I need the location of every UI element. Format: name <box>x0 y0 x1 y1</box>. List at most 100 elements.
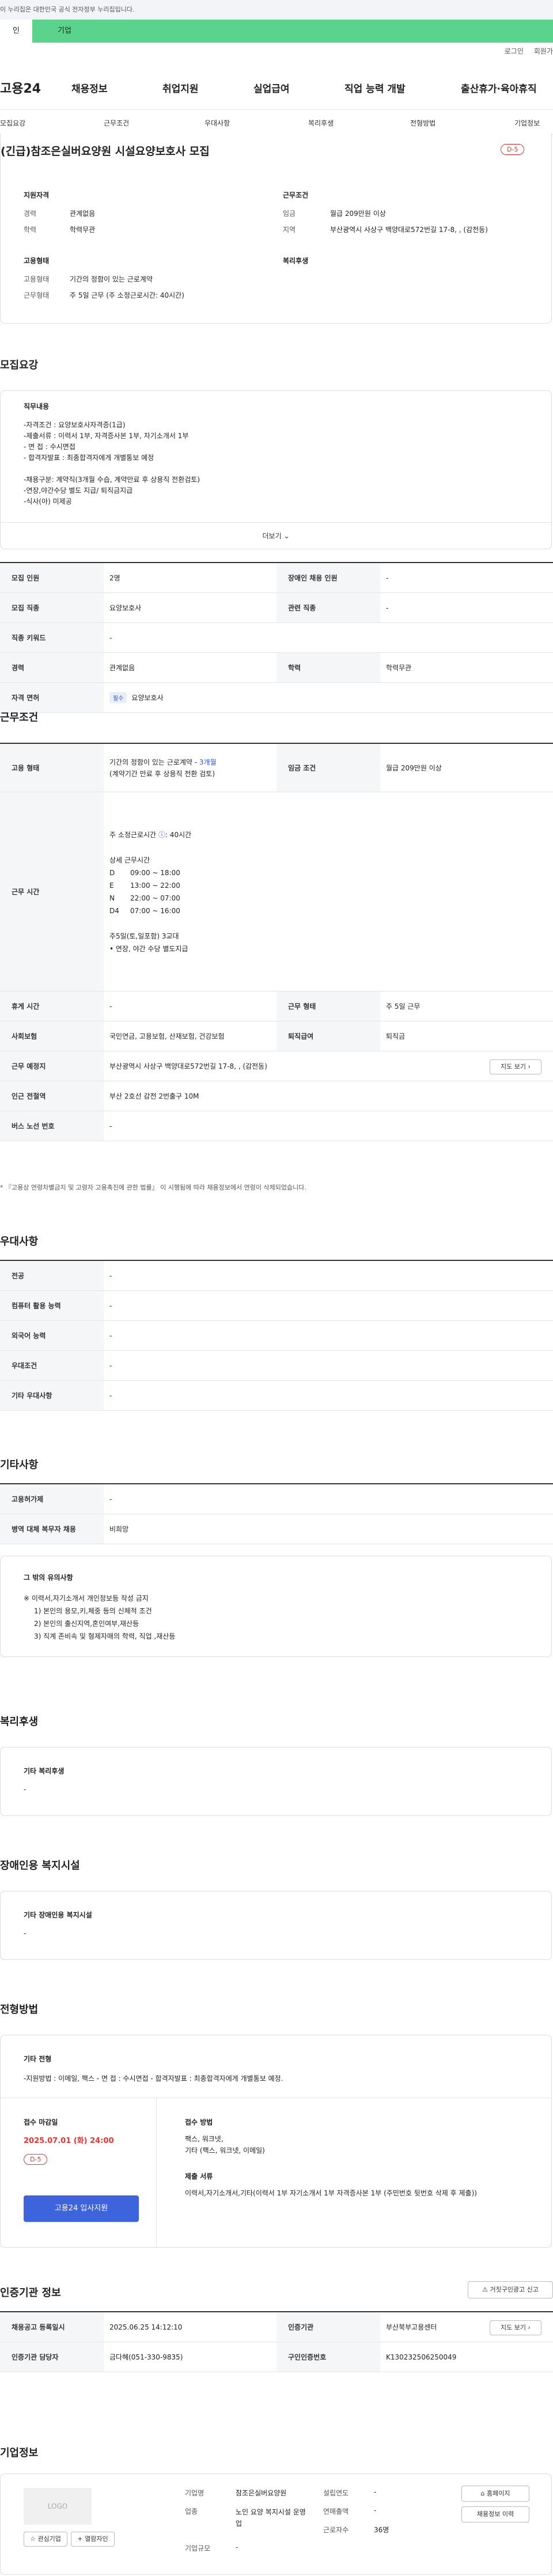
tab-process[interactable]: 전형방법 <box>410 118 435 128</box>
table-row: 고용 형태 기간의 정함이 있는 근로계약 - 3개월 (계약기간 만료 후 상… <box>0 744 553 792</box>
notice-line: ※ 이력서,자기소개서 개인정보등 작성 금지 <box>24 1594 149 1602</box>
row-key: 인증기관 담당자 <box>0 2342 104 2372</box>
row-value: - <box>109 1002 112 1010</box>
shift-time: 13:00 ~ 22:00 <box>130 881 180 890</box>
table-row: 휴게 시간 - 근무 형태 주 5일 근무 <box>0 991 553 1021</box>
emp-heading: 고용형태 <box>24 257 50 265</box>
conditions-section-title: 근무조건 <box>0 712 39 724</box>
fav-button[interactable]: ☆ 관심기업 <box>24 2532 67 2547</box>
duty-card: 직무내용 -자격조건 : 요양보호사자격증(1급) -제출서류 : 이력서 1부… <box>0 390 552 549</box>
section-tabs: 모집요강 근무조건 우대사항 복리후생 전형방법 기업정보 <box>0 109 553 135</box>
disabled-section-title: 장애인용 복지시설 <box>0 1860 80 1872</box>
site-logo[interactable]: 고용24 <box>0 78 41 97</box>
agency-map-label: 지도 보기 <box>501 2324 527 2331</box>
shift-code: D4 <box>109 906 119 915</box>
time-note: • 연장, 야간 수당 별도지급 <box>109 944 188 953</box>
agency-map-button[interactable]: 지도 보기 › <box>490 2320 541 2335</box>
row-key: 임금 조건 <box>276 744 380 792</box>
etc-section-title: 기타사항 <box>0 1459 39 1471</box>
row-key: 컴퓨터 활용 능력 <box>0 1291 104 1320</box>
docs-value: 이력서,자기소개서,기타(이력서 1부 자기소개서 1부 자격증사본 1부 (주… <box>185 2189 477 2197</box>
age-footnote: * 『고용상 연령차별금지 및 고령자 고용촉진에 관한 법률』 이 시행됨에 … <box>0 1184 306 1191</box>
row-value: - <box>109 633 112 642</box>
docs-label: 제출 서류 <box>185 2172 213 2180</box>
duty-title: 직무내용 <box>24 402 50 411</box>
row-value: - <box>109 1122 112 1130</box>
row-key: 관련 직종 <box>276 593 380 622</box>
map-button-label: 지도 보기 <box>501 1063 527 1070</box>
welfare-heading: 복리후생 <box>283 257 309 265</box>
shift-time: 22:00 ~ 07:00 <box>130 894 180 902</box>
tab-recruit[interactable]: 모집요강 <box>0 118 25 128</box>
report-button[interactable]: ⚠ 거짓구인광고 신고 <box>468 2281 553 2298</box>
agency-section-title: 인증기관 정보 <box>0 2287 61 2299</box>
table-row: 우대조건 - <box>0 1351 553 1381</box>
tab-company-info[interactable]: 기업정보 <box>514 118 540 128</box>
row-value: 주 5일 근무 <box>386 1002 421 1010</box>
emp-main-text: 기간의 정함이 있는 근로계약 - <box>109 758 199 766</box>
table-row: 인증기관 담당자 금다혜(051-330-9835) 구인인증번호 K13023… <box>0 2342 553 2372</box>
apply-button[interactable]: 고용24 입사지원 <box>24 2195 139 2222</box>
industry-value: 노인 요양 복지시설 운영업 <box>236 2508 306 2528</box>
nav-item-training[interactable]: 직업 능력 개발 <box>344 81 406 95</box>
nav-item-employment-support[interactable]: 취업지원 <box>162 81 199 95</box>
work-heading: 근무조건 <box>283 191 309 199</box>
more-button[interactable]: 더보기 ⌄ <box>1 522 551 549</box>
tab-preferences[interactable]: 우대사항 <box>204 118 230 128</box>
row-value: 부산광역시 사상구 백양대로572번길 17-8, , (감전동) <box>109 1062 267 1070</box>
info-icon[interactable]: ⓘ <box>158 831 165 839</box>
company-section-title: 기업정보 <box>0 2447 39 2459</box>
tab-company[interactable]: 기업 <box>32 20 553 43</box>
table-row: 사회보험 국민연금, 고용보험, 산재보험, 건강보험 퇴직급여 퇴직금 <box>0 1021 553 1051</box>
join-link[interactable]: 회원가 <box>534 47 553 55</box>
row-key: 구인인증번호 <box>276 2342 380 2372</box>
fav-label: 관심기업 <box>37 2535 61 2543</box>
warning-icon: ⚠ <box>482 2286 488 2293</box>
weekly-hours-value: : 40시간 <box>165 830 192 839</box>
duty-line: -제출서류 : 이력서 1부, 자격증사본 1부, 자기소개서 1부 <box>24 432 189 440</box>
weekly-hours: 주 소정근로시간 ⓘ: 40시간 <box>109 829 191 841</box>
company-card: LOGO ☆ 관심기업 + 열람자인 기업명 참조은실버요양원 업종 노인 요양… <box>0 2474 552 2575</box>
homepage-button[interactable]: ⌂ 홈페이지 <box>461 2486 529 2502</box>
gov-notice: 이 누리집은 대한민국 공식 전자정부 누리집입니다. <box>0 6 135 13</box>
table-row: 근무 시간 주 소정근로시간 ⓘ: 40시간 상세 근무시간 D 09:00 ~ … <box>0 792 553 991</box>
row-key: 직종 키워드 <box>0 623 104 652</box>
welfare-section-title: 복리후생 <box>0 1716 39 1728</box>
row-key: 버스 노선 번호 <box>0 1111 104 1141</box>
row-value: 금다혜(051-330-9835) <box>109 2353 183 2361</box>
row-key: 사회보험 <box>0 1021 104 1051</box>
more-label: 더보기 <box>262 532 282 540</box>
notice-content: ※ 이력서,자기소개서 개인정보등 작성 금지 1) 본인의 용모,키,체중 등… <box>24 1592 175 1643</box>
tab-conditions[interactable]: 근무조건 <box>104 118 129 128</box>
edu-label: 학력 <box>24 226 37 234</box>
disabled-box-value: - <box>24 1929 26 1937</box>
notice-line: 1) 본인의 용모,키,체중 등의 신체적 조건 <box>34 1607 152 1615</box>
row-value: - <box>109 1495 112 1503</box>
method-values: 팩스, 워크넷, 기타 (팩스, 워크넷, 이메일) <box>185 2133 265 2156</box>
method-line: 팩스, 워크넷, <box>185 2135 224 2143</box>
row-value: 2025.06.25 14:12:10 <box>109 2323 183 2331</box>
nav-item-parental-leave[interactable]: 출산휴가·육아휴직 <box>461 81 537 95</box>
map-button[interactable]: 지도 보기 › <box>490 1059 541 1074</box>
row-key: 고용허가제 <box>0 1484 104 1514</box>
review-button[interactable]: + 열람자인 <box>71 2532 115 2547</box>
row-value: K130232506250049 <box>386 2353 457 2361</box>
tab-individual[interactable]: 인 <box>0 20 32 43</box>
job-title: (긴급)참조은실버요양원 시설요양보호사 모집 <box>1 145 210 158</box>
review-label: 열람자인 <box>85 2535 108 2543</box>
year-label: 설립연도 <box>323 2489 349 2497</box>
row-key: 모집 직종 <box>0 593 104 622</box>
nav-item-jobs[interactable]: 채용정보 <box>71 81 108 95</box>
home-icon: ⌂ <box>480 2490 485 2497</box>
duty-line: -식사(아) 미제공 <box>24 497 72 506</box>
tab-welfare[interactable]: 복리후생 <box>308 118 334 128</box>
row-value: 퇴직금 <box>386 1032 406 1040</box>
gov-notice-bar: 이 누리집은 대한민국 공식 전자정부 누리집입니다. <box>0 0 553 20</box>
welfare-box-value: - <box>24 1785 26 1794</box>
plus-icon: + <box>77 2535 83 2543</box>
login-link[interactable]: 로그인 <box>505 47 524 55</box>
history-button[interactable]: 채용정보 이력 <box>461 2506 529 2522</box>
row-key: 근무 예정지 <box>0 1051 104 1081</box>
nav-item-unemployment[interactable]: 실업급여 <box>253 81 290 95</box>
sales-value: - <box>374 2506 377 2514</box>
